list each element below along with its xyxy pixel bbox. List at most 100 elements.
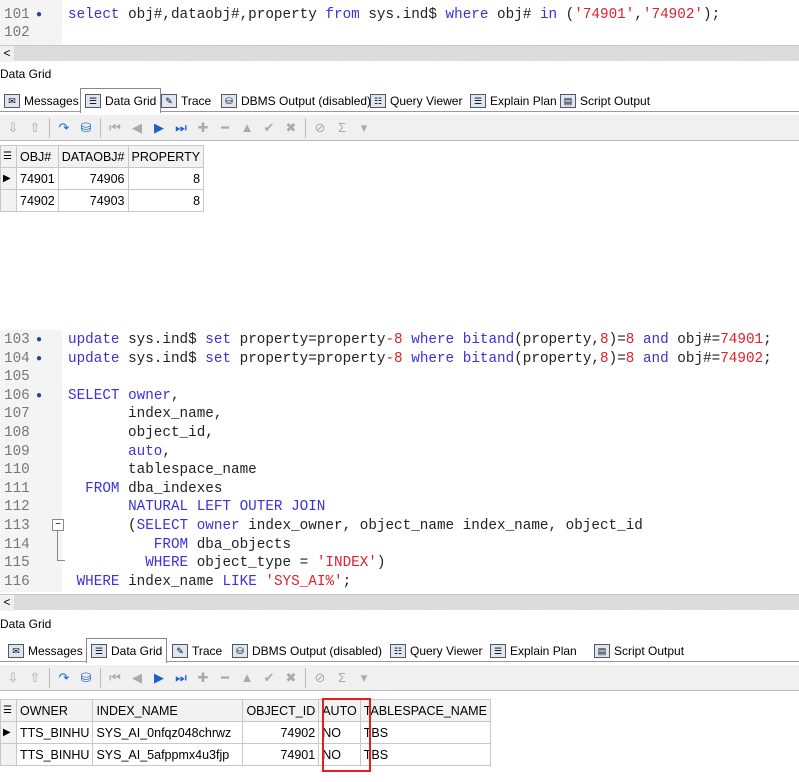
tab-icon: ☰ [470,94,486,108]
export-icon[interactable]: ⇧ [24,667,46,689]
sql-editor-bottom[interactable]: 103 ● update sys.ind$ set property=propert… [0,330,799,592]
table-cell[interactable]: TTS_BINHU [15,721,94,744]
tab-trace[interactable]: ✎ Trace [157,90,215,112]
column-header[interactable]: PROPERTY [127,145,205,168]
dropdown-icon[interactable]: ▾ [353,117,375,139]
next-record-icon[interactable]: ▶ [148,117,170,139]
prev-record-icon[interactable]: ◀ [126,117,148,139]
scroll-left-icon[interactable]: < [0,595,14,611]
cancel-edit-icon[interactable]: ✖ [280,117,302,139]
scroll-left-icon[interactable]: < [0,46,14,62]
table-cell[interactable]: 74901 [16,167,59,190]
tab-script-output[interactable]: ▤ Script Output [590,640,688,662]
table-cell[interactable]: 74901 [242,743,320,766]
tab-data-grid[interactable]: ☰ Data Grid [80,88,162,113]
next-record-icon[interactable]: ▶ [148,667,170,689]
table-row[interactable]: ▶ 74901 74906 8 [0,167,205,190]
database-icon[interactable]: ⛁ [75,117,97,139]
table-cell[interactable]: 74902 [16,189,59,212]
table-cell[interactable]: TBS [359,743,491,766]
delete-record-icon[interactable]: ━ [214,117,236,139]
refresh-icon[interactable]: ↷ [53,667,75,689]
sum-icon[interactable]: Σ [331,667,353,689]
column-header[interactable]: OWNER [15,699,94,722]
select-all-icon[interactable]: ☰ [0,699,17,722]
table-cell[interactable]: 74902 [242,721,320,744]
tab-explain-plan[interactable]: ☰ Explain Plan [486,640,581,662]
table-cell[interactable]: 74903 [57,189,129,212]
tab-messages[interactable]: ✉ Messages [0,90,83,112]
tab-icon: ✎ [172,644,188,658]
table-cell[interactable]: SYS_AI_5afppmx4u3fjp [92,743,244,766]
first-record-icon[interactable]: ⏮ [104,117,126,139]
tab-dbms-output-disabled[interactable]: ⛁ DBMS Output (disabled) [228,640,386,662]
clear-icon[interactable]: ⊘ [309,117,331,139]
column-header[interactable]: OBJ# [16,145,59,168]
tab-script-output[interactable]: ▤ Script Output [556,90,654,112]
table-cell[interactable]: 8 [127,189,205,212]
last-record-icon[interactable]: ⏭ [170,667,192,689]
refresh-icon[interactable]: ↷ [53,117,75,139]
edit-record-icon[interactable]: ▲ [236,117,258,139]
grid-toolbar: ⇩ ⇧ ↷ ⛁ ⏮ ◀ ▶ ⏭ ✚ ━ ▲ ✔ ✖ ⊘ Σ ▾ [0,665,799,691]
keyword: where [445,7,489,23]
first-record-icon[interactable]: ⏮ [104,667,126,689]
prev-record-icon[interactable]: ◀ [126,667,148,689]
table-row[interactable]: 74902 74903 8 [0,189,205,212]
table-cell[interactable]: 8 [127,167,205,190]
line-number: 111 [4,480,30,497]
sum-icon[interactable]: Σ [331,117,353,139]
tab-messages[interactable]: ✉ Messages [4,640,87,662]
table-cell[interactable]: TTS_BINHU [15,743,94,766]
column-header[interactable]: DATAOBJ# [57,145,129,168]
data-grid[interactable]: ☰ OWNER INDEX_NAME OBJECT_ID AUTO TABLESPACE_… [0,699,491,766]
import-icon[interactable]: ⇩ [2,667,24,689]
literal: -8 [385,350,403,367]
horizontal-scrollbar[interactable]: < [0,45,799,62]
tab-label: Query Viewer [390,94,463,108]
code-token: obj#= [668,350,721,367]
fold-toggle-icon[interactable]: − [52,519,64,531]
literal: -8 [385,332,403,348]
sql-editor-top[interactable]: 101 ● select obj#,dataobj#,property from s… [0,0,799,45]
edit-record-icon[interactable]: ▲ [236,667,258,689]
tab-dbms-output-disabled[interactable]: ⛁ DBMS Output (disabled) [217,90,375,112]
table-cell[interactable]: TBS [359,721,491,744]
tab-data-grid[interactable]: ☰ Data Grid [86,638,168,663]
insert-record-icon[interactable]: ✚ [192,117,214,139]
database-icon[interactable]: ⛁ [75,667,97,689]
table-row[interactable]: ▶ TTS_BINHU SYS_AI_0nfqz048chrwz 74902 NO TBS [0,721,491,744]
column-header[interactable]: INDEX_NAME [92,699,244,722]
import-icon[interactable]: ⇩ [2,117,24,139]
delete-record-icon[interactable]: ━ [214,667,236,689]
post-edit-icon[interactable]: ✔ [258,117,280,139]
insert-record-icon[interactable]: ✚ [192,667,214,689]
table-cell[interactable]: SYS_AI_0nfqz048chrwz [92,721,244,744]
clear-icon[interactable]: ⊘ [309,667,331,689]
tab-query-viewer[interactable]: ☷ Query Viewer [366,90,466,112]
tab-explain-plan[interactable]: ☰ Explain Plan [466,90,561,112]
last-record-icon[interactable]: ⏭ [170,117,192,139]
post-edit-icon[interactable]: ✔ [258,667,280,689]
tab-query-viewer[interactable]: ☷ Query Viewer [386,640,486,662]
horizontal-scrollbar[interactable]: < [0,594,799,611]
table-row[interactable]: TTS_BINHU SYS_AI_5afppmx4u3fjp 74901 NO TBS [0,743,491,766]
export-icon[interactable]: ⇧ [24,117,46,139]
column-header[interactable]: OBJECT_ID [242,699,320,722]
dropdown-icon[interactable]: ▾ [353,667,375,689]
keyword: where [411,350,455,367]
select-all-icon[interactable]: ☰ [0,145,17,168]
code-text: select obj#,dataobj#,property from sys.i… [68,6,720,25]
cancel-edit-icon[interactable]: ✖ [280,667,302,689]
column-header[interactable]: TABLESPACE_NAME [359,699,491,722]
table-cell[interactable]: 74906 [57,167,129,190]
code-text: update sys.ind$ set property=property-8 … [68,350,772,369]
data-grid[interactable]: ☰ OBJ# DATAOBJ# PROPERTY ▶ 74901 74906 8 74902 74… [0,145,205,212]
tab-label: DBMS Output (disabled) [241,94,372,108]
grid-toolbar: ⇩ ⇧ ↷ ⛁ ⏮ ◀ ▶ ⏭ ✚ ━ ▲ ✔ ✖ ⊘ Σ ▾ [0,115,799,141]
tab-label: Script Output [580,94,651,108]
tab-trace[interactable]: ✎ Trace [168,640,226,662]
tab-label: Script Output [614,644,685,658]
